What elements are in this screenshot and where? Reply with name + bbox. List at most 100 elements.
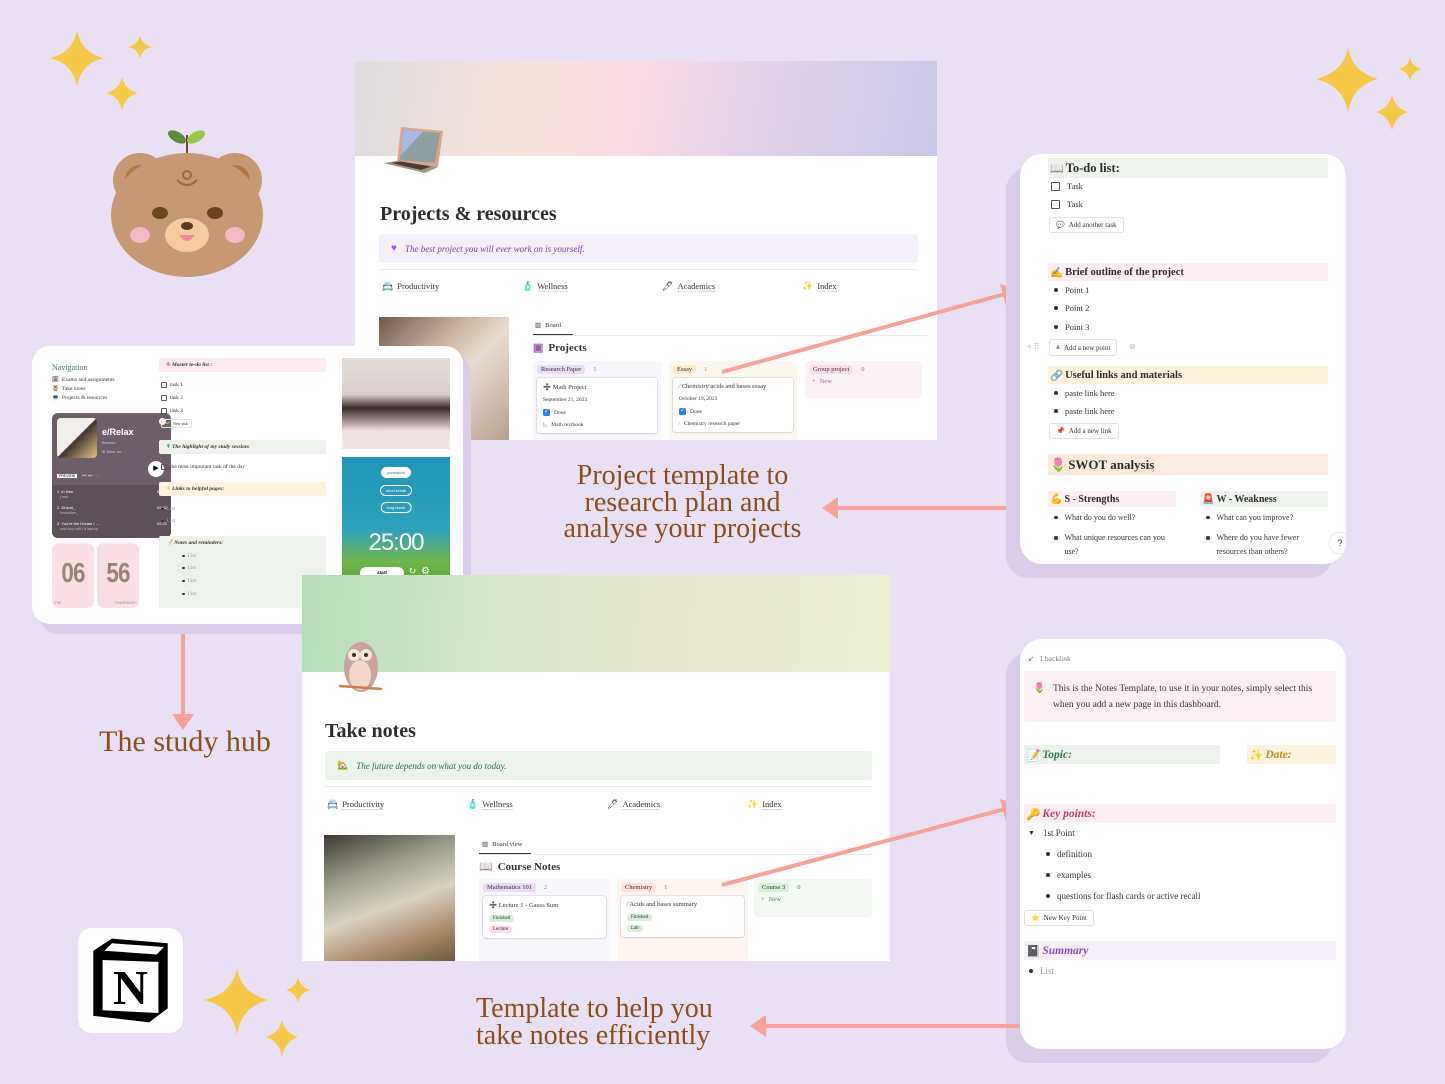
todo-item[interactable]: Task xyxy=(1051,199,1083,209)
short-break-button[interactable]: short break xyxy=(379,485,413,496)
pen-icon: ∕ xyxy=(679,383,681,390)
alarm-light-icon: 🚨 xyxy=(1202,493,1215,505)
checkbox[interactable] xyxy=(161,382,167,388)
sparkle-icon xyxy=(50,30,152,111)
link-icon: 🔗 xyxy=(1050,370,1064,382)
notes-template-caption: Template to help you take notes efficien… xyxy=(476,993,713,1051)
page-title: Projects & resources xyxy=(380,203,557,225)
nav-link-productivity[interactable]: 📇 Productivity xyxy=(382,281,522,292)
playlist-title: e/Relax xyxy=(102,427,134,437)
flexed-biceps-icon: 💪 xyxy=(1050,493,1063,505)
star-icon: ⭐ xyxy=(1031,914,1040,922)
page-title: Take notes xyxy=(325,720,416,742)
long-break-button[interactable]: long break xyxy=(380,502,412,513)
arrow-connector xyxy=(822,497,1006,519)
nav-link-projects[interactable]: 💻 Projects & resources xyxy=(52,395,115,401)
outline-heading: ✍ Brief outline of the project xyxy=(1048,263,1328,281)
checkbox-checked-icon: ✓ xyxy=(543,409,550,416)
todo-item[interactable]: task 1 xyxy=(161,382,183,388)
list-item: List xyxy=(161,506,175,512)
checkbox[interactable] xyxy=(161,408,167,414)
quote-text: The best project you will ever work on i… xyxy=(404,243,585,254)
sparkles-icon: ✨ xyxy=(1249,749,1264,762)
nav-link-wellness[interactable]: 🧴 Wellness xyxy=(467,799,607,810)
save-on-spotify-button[interactable]: ⊕ Save on ... xyxy=(102,449,126,454)
nav-link-exams[interactable]: 🗓 Exams and assignments xyxy=(52,377,115,383)
pen-icon: ∕ xyxy=(627,901,629,908)
add-link-button[interactable]: 📌 Add a new link xyxy=(1049,423,1119,439)
arrow-connector xyxy=(721,284,1020,374)
study-books-photo xyxy=(324,835,455,961)
list-item: definition xyxy=(1046,849,1092,859)
list-item: paste link here xyxy=(1054,406,1115,416)
todo-item[interactable]: Task xyxy=(1051,181,1083,191)
academics-icon: 🖊 xyxy=(662,281,674,291)
links-heading: 🔗 Useful links and materials xyxy=(1048,366,1328,384)
board-card[interactable]: ∕ Acids and bases summary Finished Lab xyxy=(621,896,744,937)
notes-template-screenshot: ↙ 1 backlink 🌷 This is the Notes Template… xyxy=(1020,639,1346,1049)
checkbox[interactable] xyxy=(161,395,167,401)
tulip-icon: 🌷 xyxy=(1033,683,1046,694)
summary-heading: 📓 Summary xyxy=(1024,941,1336,960)
board-icon: ▥ xyxy=(535,322,542,329)
highlight-heading: ↟ The highlight of my study session: xyxy=(159,440,326,454)
track-item[interactable]: 1 in time j'san02:15 xyxy=(57,489,167,505)
key-points-heading: 🔑 Key points: xyxy=(1024,804,1336,823)
nav-link-wellness[interactable]: 🧴 Wellness xyxy=(522,281,662,292)
triangle-down-icon: ▼ xyxy=(1028,829,1035,837)
list-item: List xyxy=(182,565,196,571)
board-card[interactable]: ➗ Math Project September 21, 2023 ✓ Done … xyxy=(537,378,657,433)
study-hub-caption: The study hub xyxy=(99,725,271,758)
take-notes-page-screenshot: Take notes 🏡 The future depends on what … xyxy=(302,575,890,961)
navigation-heading: Navigation xyxy=(52,363,88,372)
list-item: List xyxy=(182,553,196,559)
settings-icon[interactable]: ⊗ xyxy=(1129,342,1136,351)
memo-icon: 📝 xyxy=(1026,749,1041,762)
quote-callout: ♥ The best project you will ever work on… xyxy=(379,234,918,263)
date-field[interactable]: ✨ Date: xyxy=(1247,745,1336,764)
project-template-screenshot: 📖 To-do list: Task Task 💬 Add another task… xyxy=(1020,154,1346,564)
notion-logo: N xyxy=(78,928,183,1033)
list-item: examples xyxy=(1046,870,1091,880)
pomodoro-mode-button[interactable]: pomodoro xyxy=(380,467,412,478)
tab-board-view[interactable]: ▥ Board view xyxy=(482,840,522,849)
player-controls[interactable]: ⏮ ⏭ ⋯ xyxy=(82,473,99,479)
block-handle[interactable]: + ⠿ xyxy=(1027,342,1039,351)
arrow-connector xyxy=(172,634,194,730)
todo-item[interactable]: task 3 xyxy=(161,408,183,414)
checkbox[interactable] xyxy=(1051,199,1060,209)
help-button[interactable]: ? xyxy=(1330,533,1346,553)
new-key-point-button[interactable]: ⭐ New Key Point xyxy=(1024,910,1094,926)
book-icon: 📖 xyxy=(1050,162,1064,175)
list-item: Where do you have fewer resources than o… xyxy=(1206,531,1326,559)
tab-board[interactable]: ▥ Board xyxy=(535,321,561,330)
checkbox[interactable] xyxy=(161,464,167,470)
sparkle-icon xyxy=(204,968,310,1057)
wellness-icon: 🧴 xyxy=(467,799,479,809)
new-card-button[interactable]: + New xyxy=(758,896,868,903)
music-player-widget: e/Relax Benson ⊕ Save on ... PREVIEW ⏮ ⏭… xyxy=(52,413,171,538)
topic-field[interactable]: 📝 Topic: xyxy=(1024,745,1220,764)
new-task-button[interactable]: 🌱 New task xyxy=(161,419,192,428)
laptop-icon xyxy=(383,127,443,173)
checkbox[interactable] xyxy=(1051,181,1060,191)
clock-minute: 56 THURSDAY xyxy=(97,543,139,608)
add-task-button[interactable]: 💬 Add another task xyxy=(1049,217,1124,233)
clock-hour: 06 PM xyxy=(52,543,94,608)
toggle-item[interactable]: ▼ 1st Point xyxy=(1028,828,1075,838)
board-column-chemistry: Chemistry 1 ∕ Acids and bases summary Fin… xyxy=(617,879,748,961)
todo-item[interactable]: the most important task of the day xyxy=(161,464,245,470)
timer-display: 25:00 xyxy=(368,529,424,556)
nav-link-take-notes[interactable]: 🦉 Take notes xyxy=(52,386,115,392)
add-point-button[interactable]: ⩓ Add a new point xyxy=(1049,339,1118,356)
nav-link-productivity[interactable]: 📇 Productivity xyxy=(327,799,467,810)
board-card[interactable]: ➗ Lecture 1 - Gauss Sum Finished Lecture xyxy=(483,896,606,938)
track-item[interactable]: 3 You're the Dream I ... sad boy with a … xyxy=(57,521,167,537)
list-item: List xyxy=(182,578,196,584)
study-desk-photo xyxy=(342,358,450,449)
board-card[interactable]: ∕ Chemistry acids and bases essay Octobe… xyxy=(673,378,793,432)
track-item[interactable]: 2 Dnzorl_ invention_02:32 xyxy=(57,505,167,521)
list-item: What do you do well? xyxy=(1054,513,1135,522)
todo-item[interactable]: task 2 xyxy=(161,395,183,401)
backlink-link[interactable]: ↙ 1 backlink xyxy=(1028,654,1071,663)
